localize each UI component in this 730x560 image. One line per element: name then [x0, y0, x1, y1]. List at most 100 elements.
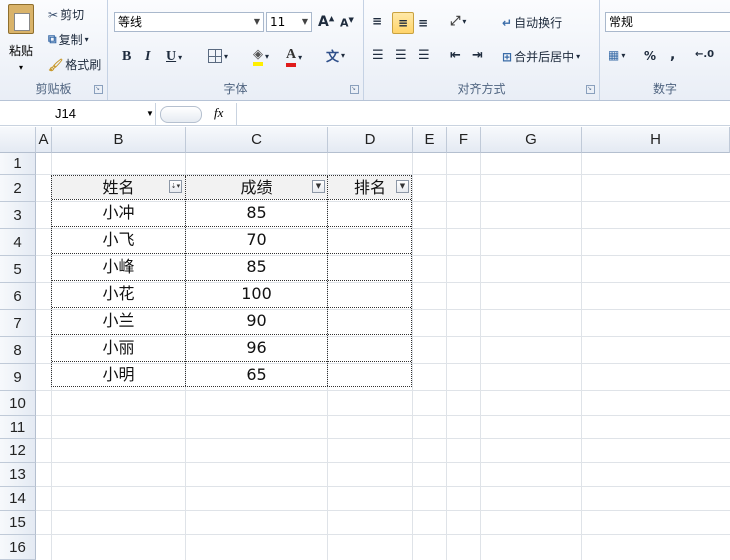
table-cell-rank[interactable] — [328, 200, 412, 226]
table-cell-score[interactable]: 96 — [186, 335, 327, 361]
row-header-3[interactable]: 3 — [0, 202, 36, 229]
phonetic-button[interactable]: 文 ▾ — [326, 46, 345, 65]
row-header-4[interactable]: 4 — [0, 229, 36, 256]
row-header-13[interactable]: 13 — [0, 463, 36, 487]
format-painter-button[interactable]: 🖌 格式刷 — [48, 56, 101, 73]
row-header-1[interactable]: 1 — [0, 153, 36, 175]
font-size-select[interactable]: 11 ▼ — [266, 12, 312, 32]
increase-decimal-button[interactable]: ←.0 — [695, 49, 714, 60]
underline-button[interactable]: U ▾ — [166, 49, 182, 65]
table-cell-name[interactable]: 小冲 — [52, 200, 185, 226]
table-cell-rank[interactable] — [328, 308, 412, 334]
gridline — [480, 153, 481, 560]
formula-input[interactable] — [236, 103, 730, 125]
name-box-dropdown-icon[interactable]: ▼ — [146, 103, 154, 125]
table-cell-rank[interactable] — [328, 254, 412, 280]
row-header-2[interactable]: 2 — [0, 175, 36, 202]
shrink-font-button[interactable]: A▼ — [340, 16, 354, 30]
align-top-button[interactable]: ≡ — [372, 14, 382, 28]
font-launcher-icon[interactable]: ↘ — [350, 85, 359, 94]
header-score[interactable]: 成绩 — [186, 177, 327, 199]
table-cell-name[interactable]: 小明 — [52, 362, 185, 387]
column-header-a[interactable]: A — [36, 127, 52, 153]
clipboard-launcher-icon[interactable]: ↘ — [94, 85, 103, 94]
row-header-10[interactable]: 10 — [0, 391, 36, 416]
paste-button[interactable]: 粘贴 ▾ — [4, 4, 38, 74]
row-header-11[interactable]: 11 — [0, 416, 36, 439]
table-cell-name[interactable]: 小峰 — [52, 254, 185, 280]
table-cell-name[interactable]: 小花 — [52, 281, 185, 307]
wrap-text-icon: ↵ — [502, 15, 513, 30]
column-header-g[interactable]: G — [481, 127, 582, 153]
alignment-launcher-icon[interactable]: ↘ — [586, 85, 595, 94]
accounting-format-button[interactable]: ▦ ▾ — [608, 48, 625, 62]
table-cell-rank[interactable] — [328, 362, 412, 387]
table-cell-rank[interactable] — [328, 335, 412, 361]
table-cell-rank[interactable] — [328, 281, 412, 307]
formula-bar-grip[interactable] — [160, 106, 202, 123]
align-left-button[interactable]: ☰ — [372, 48, 384, 63]
filter-dropdown-icon[interactable]: ▼ — [312, 180, 325, 193]
table-cell-score[interactable]: 85 — [186, 254, 327, 280]
number-format-select[interactable]: 常规 — [605, 12, 730, 32]
insert-function-button[interactable]: fx — [214, 105, 223, 121]
select-all-corner[interactable] — [0, 127, 36, 153]
merge-center-button[interactable]: ⊞ 合并后居中 ▾ — [502, 48, 580, 65]
column-header-e[interactable]: E — [413, 127, 447, 153]
table-cell-score[interactable]: 90 — [186, 308, 327, 334]
sort-filter-icon[interactable]: ⇣▾ — [169, 180, 182, 193]
table-cell-name[interactable]: 小兰 — [52, 308, 185, 334]
borders-button[interactable]: ▾ — [208, 49, 228, 63]
align-right-button[interactable]: ☰ — [418, 48, 430, 63]
column-header-h[interactable]: H — [582, 127, 730, 153]
align-center-button[interactable]: ☰ — [395, 48, 407, 63]
ribbon: 粘贴 ▾ ✂ 剪切 ⧉ 复制 ▾ 🖌 格式刷 剪贴板 ↘ 等线 ▼ 11 ▼ A▲ A▼ B… — [0, 0, 730, 101]
row-header-12[interactable]: 12 — [0, 439, 36, 463]
row-header-8[interactable]: 8 — [0, 337, 36, 364]
gridline — [36, 486, 730, 487]
comma-button[interactable]: , — [670, 47, 675, 63]
header-name[interactable]: 姓名 — [52, 177, 185, 199]
percent-button[interactable]: % — [644, 49, 656, 63]
grow-font-button[interactable]: A▲ — [318, 14, 334, 30]
row-header-7[interactable]: 7 — [0, 310, 36, 337]
italic-button[interactable]: I — [145, 49, 150, 65]
fill-dropdown-icon: ▾ — [265, 52, 270, 61]
row-header-6[interactable]: 6 — [0, 283, 36, 310]
number-group: 常规 ▦ ▾ % , ←.0 数字 — [600, 0, 730, 100]
copy-button[interactable]: ⧉ 复制 ▾ — [48, 31, 89, 48]
orientation-button[interactable]: ⤢ ▾ — [450, 14, 466, 29]
bold-button[interactable]: B — [122, 49, 131, 65]
column-header-c[interactable]: C — [186, 127, 328, 153]
row-header-15[interactable]: 15 — [0, 511, 36, 535]
table-cell-score[interactable]: 100 — [186, 281, 327, 307]
align-bottom-button[interactable]: ≡ — [418, 16, 428, 30]
name-box[interactable]: J14 ▼ — [0, 103, 156, 125]
decrease-indent-button[interactable]: ⇤ — [450, 48, 461, 63]
decrease-indent-icon: ⇤ — [450, 48, 461, 63]
row-header-16[interactable]: 16 — [0, 535, 36, 560]
paintbrush-icon: 🖌 — [48, 57, 64, 72]
font-name-select[interactable]: 等线 ▼ — [114, 12, 264, 32]
row-header-5[interactable]: 5 — [0, 256, 36, 283]
column-header-f[interactable]: F — [447, 127, 481, 153]
increase-indent-button[interactable]: ⇥ — [472, 48, 483, 63]
wrap-text-button[interactable]: ↵ 自动换行 — [502, 14, 562, 31]
cut-button[interactable]: ✂ 剪切 — [48, 6, 84, 23]
filter-dropdown-icon[interactable]: ▼ — [396, 180, 409, 193]
table-cell-score[interactable]: 65 — [186, 362, 327, 387]
table-cell-name[interactable]: 小飞 — [52, 227, 185, 253]
orientation-dropdown-icon: ▾ — [462, 17, 467, 26]
table-cell-score[interactable]: 70 — [186, 227, 327, 253]
row-header-14[interactable]: 14 — [0, 487, 36, 511]
align-middle-button[interactable]: ≡ — [392, 12, 414, 34]
column-header-d[interactable]: D — [328, 127, 413, 153]
column-header-b[interactable]: B — [52, 127, 186, 153]
table-cell-rank[interactable] — [328, 227, 412, 253]
table-cell-name[interactable]: 小丽 — [52, 335, 185, 361]
merge-dropdown-icon: ▾ — [576, 52, 581, 61]
row-header-9[interactable]: 9 — [0, 364, 36, 391]
fill-color-button[interactable]: ◈ ▾ — [253, 47, 269, 66]
font-color-button[interactable]: A ▾ — [286, 47, 302, 67]
table-cell-score[interactable]: 85 — [186, 200, 327, 226]
